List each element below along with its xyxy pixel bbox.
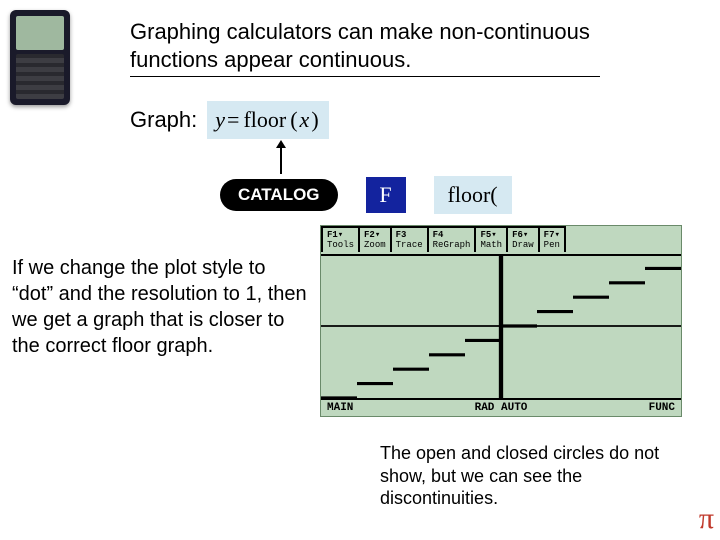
catalog-button[interactable]: CATALOG bbox=[220, 179, 338, 211]
button-row: CATALOG F floor( bbox=[220, 176, 512, 214]
eq-open: ( bbox=[290, 107, 297, 133]
arrow-icon bbox=[274, 140, 288, 174]
headline-underline bbox=[130, 76, 600, 77]
status-left: MAIN bbox=[327, 402, 353, 414]
menu-tab[interactable]: F2▾Zoom bbox=[358, 226, 392, 252]
eq-lhs: y bbox=[215, 107, 225, 133]
status-right: FUNC bbox=[649, 402, 675, 414]
eq-close: ) bbox=[311, 107, 318, 133]
menu-tab[interactable]: F4ReGraph bbox=[427, 226, 477, 252]
menu-tab[interactable]: F3Trace bbox=[390, 226, 429, 252]
menu-tab[interactable]: F7▾Pen bbox=[538, 226, 566, 252]
graph-label: Graph: bbox=[130, 107, 197, 133]
screen-plot bbox=[321, 254, 681, 398]
equation-box: y = floor ( x ) bbox=[207, 101, 328, 139]
menu-tab[interactable]: F6▾Draw bbox=[506, 226, 540, 252]
caption-text: The open and closed circles do not show,… bbox=[380, 442, 700, 510]
calculator-photo bbox=[10, 10, 70, 105]
headline-text: Graphing calculators can make non-contin… bbox=[130, 18, 680, 73]
menu-tab[interactable]: F1▾Tools bbox=[321, 226, 360, 252]
explanation-text: If we change the plot style to “dot” and… bbox=[12, 255, 312, 359]
status-mid: RAD AUTO bbox=[475, 402, 528, 414]
menu-tab[interactable]: F5▾Math bbox=[474, 226, 508, 252]
screen-status-bar: MAIN RAD AUTO FUNC bbox=[321, 398, 681, 416]
calculator-screen: F1▾ToolsF2▾ZoomF3TraceF4ReGraphF5▾MathF6… bbox=[320, 225, 682, 417]
eq-fn: floor bbox=[243, 107, 286, 133]
screen-menu: F1▾ToolsF2▾ZoomF3TraceF4ReGraphF5▾MathF6… bbox=[321, 226, 681, 256]
eq-arg: x bbox=[300, 107, 310, 133]
graph-row: Graph: y = floor ( x ) bbox=[130, 100, 329, 140]
floor-entry[interactable]: floor( bbox=[434, 176, 512, 214]
pi-symbol: π bbox=[699, 502, 714, 536]
eq-equals: = bbox=[227, 107, 239, 133]
f-key-button[interactable]: F bbox=[366, 177, 406, 213]
